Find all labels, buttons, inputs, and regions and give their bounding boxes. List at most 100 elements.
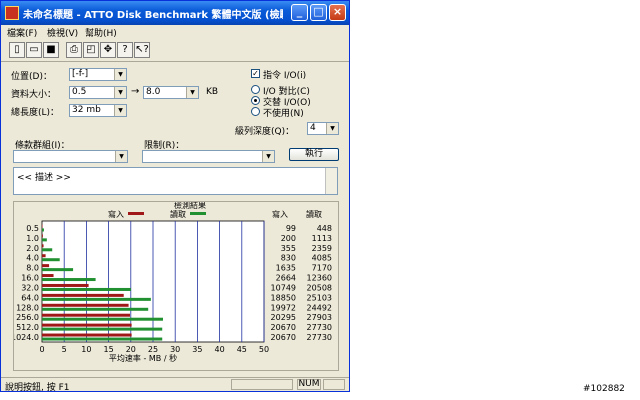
write-bar: [42, 274, 54, 278]
transfer-size-unit: KB: [206, 87, 219, 97]
read-bar: [42, 248, 53, 252]
status-help-text: 說明按鈕, 按 F1: [5, 383, 70, 393]
category-label: 512.0: [16, 323, 39, 332]
watermark-text: #102882: [583, 384, 625, 394]
transfer-size-to-value: 8.0: [146, 87, 161, 97]
queue-depth-select[interactable]: 4 ▼: [307, 122, 339, 135]
write-bar: [42, 333, 132, 337]
read-value: 27903: [307, 313, 332, 322]
save-icon[interactable]: ■: [43, 42, 59, 58]
print-icon[interactable]: ⎙: [66, 42, 82, 58]
menu-help[interactable]: 幫助(H): [85, 26, 117, 39]
minimize-button[interactable]: _: [291, 4, 308, 21]
read-bar: [42, 287, 131, 291]
x-tick-label: 5: [62, 345, 67, 354]
transfer-size-from-value: 0.5: [72, 87, 87, 97]
move-icon[interactable]: ✥: [100, 42, 116, 58]
radio-neither[interactable]: [251, 96, 260, 105]
title-bar[interactable]: 未命名標題 - ATTO Disk Benchmark 繁體中文版 (檢驗SD卡…: [1, 1, 349, 25]
results-title: 檢測結果: [174, 202, 206, 210]
category-label: 256.0: [16, 313, 39, 322]
description-text: << 描述 >>: [17, 173, 71, 183]
total-length-select[interactable]: 32 mb ▼: [69, 104, 127, 117]
direct-io-checkbox[interactable]: ✓: [251, 69, 260, 78]
chevron-down-icon: ▼: [114, 87, 126, 98]
write-bar: [42, 244, 44, 248]
chevron-down-icon: ▼: [114, 69, 126, 80]
chevron-down-icon: ▼: [186, 87, 198, 98]
read-value: 20508: [307, 283, 332, 292]
read-bar: [42, 337, 163, 341]
x-tick-label: 45: [237, 345, 247, 354]
read-value: 24492: [307, 303, 332, 312]
write-value: 200: [281, 234, 296, 243]
category-label: 0.5: [26, 224, 39, 233]
write-value: 355: [281, 244, 296, 253]
controlled-by-select[interactable]: ▼: [13, 150, 128, 163]
write-value: 20670: [271, 323, 296, 332]
menu-view[interactable]: 檢視(V): [47, 26, 78, 39]
read-bar: [42, 297, 151, 301]
status-num: NUM: [297, 379, 321, 390]
legend-read-label: 讀取: [170, 209, 186, 219]
direct-io-label: 指令 I/O(i): [263, 71, 307, 81]
read-value: 4085: [312, 254, 332, 263]
category-label: 16.0: [21, 274, 39, 283]
app-window: 未命名標題 - ATTO Disk Benchmark 繁體中文版 (檢驗SD卡…: [0, 0, 350, 393]
write-bar: [42, 224, 43, 228]
app-icon: [5, 6, 19, 20]
new-file-icon[interactable]: ▯: [9, 42, 25, 58]
transfer-size-to-select[interactable]: 8.0 ▼: [143, 86, 199, 99]
restrict-select[interactable]: ▼: [142, 150, 275, 163]
maximize-button[interactable]: □: [310, 4, 327, 21]
menu-bar: 檔案(F) 檢視(V) 幫助(H): [1, 25, 349, 39]
print-preview-icon[interactable]: ◰: [83, 42, 99, 58]
write-bar: [42, 283, 89, 287]
radio-io-comparison[interactable]: [251, 107, 260, 116]
read-bar: [42, 258, 60, 262]
window-title: 未命名標題 - ATTO Disk Benchmark 繁體中文版 (檢驗SD卡…: [23, 10, 283, 21]
write-bar: [42, 303, 129, 307]
x-tick-label: 50: [259, 345, 269, 354]
close-button[interactable]: ×: [329, 4, 346, 21]
category-label: 2.0: [26, 244, 39, 253]
write-value: 2664: [276, 274, 296, 283]
write-value: 99: [286, 224, 296, 233]
x-tick-label: 40: [215, 345, 225, 354]
results-chart: 檢測結果寫入 讀取 寫入 讀取 0 5 10 15 20 25 30 35 40 45 50 平均速率 - M…: [11, 200, 332, 363]
read-value: 25103: [307, 293, 332, 302]
x-tick-label: 20: [126, 345, 136, 354]
read-value: 2359: [312, 244, 332, 253]
description-scrollbar[interactable]: [325, 168, 337, 194]
category-label: 128.0: [16, 303, 39, 312]
start-button[interactable]: 執行: [289, 148, 339, 161]
context-help-icon[interactable]: ↖?: [134, 42, 150, 58]
write-value: 1635: [276, 264, 296, 273]
transfer-size-from-select[interactable]: 0.5 ▼: [69, 86, 127, 99]
description-field[interactable]: << 描述 >>: [13, 167, 338, 195]
menu-file[interactable]: 檔案(F): [7, 26, 37, 39]
write-value: 830: [281, 254, 296, 263]
help-icon[interactable]: ?: [117, 42, 133, 58]
write-value: 10749: [271, 283, 296, 292]
chevron-down-icon: ▼: [115, 151, 127, 162]
read-bar: [42, 278, 96, 282]
read-value: 7170: [312, 264, 332, 273]
drive-select[interactable]: [-f-] ▼: [69, 68, 127, 81]
category-label: 1024.0: [14, 333, 39, 342]
read-bar: [42, 317, 163, 321]
queue-depth-value: 4: [310, 123, 316, 133]
results-panel: 檢測結果 寫入 讀取 寫入 讀取 0 5 10 15 20 25 30 35 40 45 50 平均速率 - M…: [11, 200, 339, 371]
chevron-down-icon: ▼: [326, 123, 338, 134]
drive-label: 位置(D)：: [11, 72, 52, 82]
category-label: 32.0: [21, 283, 39, 292]
write-value: 20295: [271, 313, 296, 322]
read-value: 12360: [307, 274, 332, 283]
open-folder-icon[interactable]: ▭: [26, 42, 42, 58]
write-value: 18850: [271, 293, 296, 302]
toolbar: ▯ ▭ ■ ⎙ ◰ ✥ ? ↖?: [1, 39, 349, 62]
write-value: 19972: [271, 303, 296, 312]
legend-write-swatch: [128, 212, 144, 215]
column-header-read: 讀取: [306, 209, 322, 219]
radio-overlapped-io[interactable]: [251, 85, 260, 94]
